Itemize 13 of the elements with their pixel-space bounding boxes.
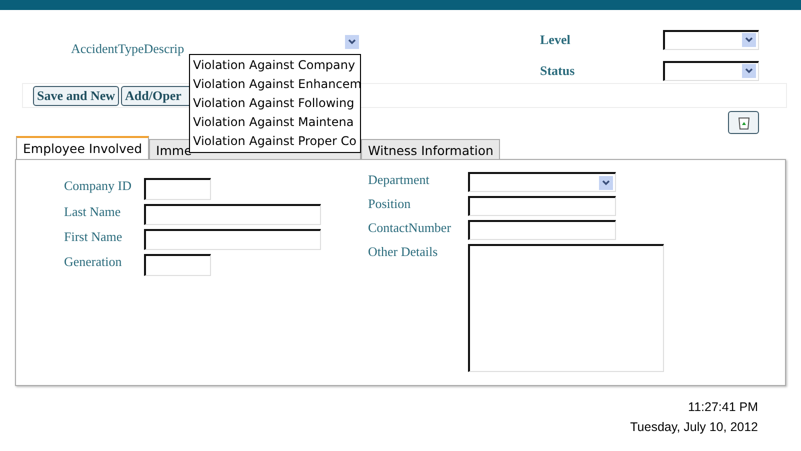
field-label: Status (540, 62, 576, 78)
field-label: AccidentTypeDescrip (71, 41, 186, 57)
field-label: Company ID (64, 178, 133, 194)
field-label: Level (540, 32, 572, 48)
field-label: Position (368, 196, 412, 212)
date-text: Tuesday, July 10, 2012 (630, 420, 758, 434)
field-label: Department (368, 172, 430, 188)
field-label: ContactNumber (368, 220, 452, 236)
field-label: Generation (64, 254, 123, 270)
field-label: First Name (64, 229, 124, 245)
field-label: Last Name (64, 204, 122, 220)
field-label: Other Details (368, 244, 439, 260)
time-text: 11:27:41 PM (688, 400, 758, 414)
